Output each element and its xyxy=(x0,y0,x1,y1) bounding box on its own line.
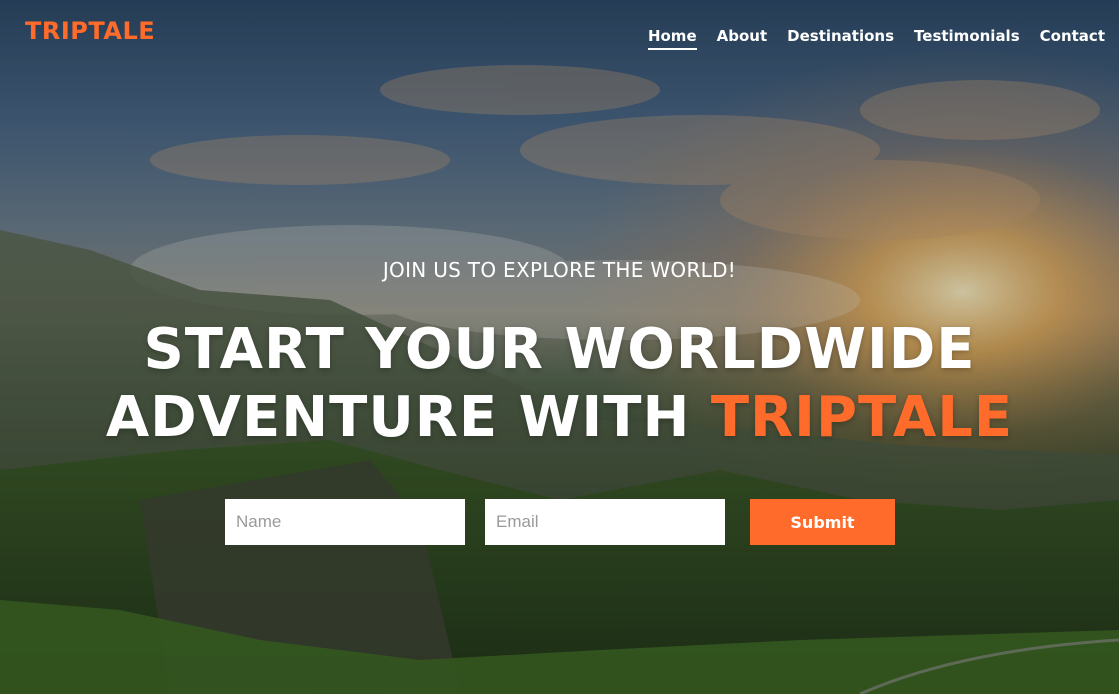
hero-headline: START YOUR WORLDWIDE ADVENTURE WITH TRIP… xyxy=(40,316,1079,452)
signup-form: Submit xyxy=(225,499,895,545)
main-nav: Home About Destinations Testimonials Con… xyxy=(647,27,1105,50)
brand-logo[interactable]: TRIPTALE xyxy=(25,17,155,45)
name-input[interactable] xyxy=(225,499,465,545)
nav-item-testimonials[interactable]: Testimonials xyxy=(914,27,1020,50)
headline-line-1: START YOUR WORLDWIDE xyxy=(143,317,976,382)
headline-brand-accent: TRIPTALE xyxy=(710,385,1014,450)
nav-item-contact[interactable]: Contact xyxy=(1040,27,1105,50)
nav-item-destinations[interactable]: Destinations xyxy=(787,27,894,50)
hero-tagline: JOIN US TO EXPLORE THE WORLD! xyxy=(382,258,737,282)
email-input[interactable] xyxy=(485,499,725,545)
headline-prefix: ADVENTURE WITH xyxy=(105,385,691,450)
hero-section: TRIPTALE Home About Destinations Testimo… xyxy=(0,0,1119,694)
nav-item-about[interactable]: About xyxy=(717,27,768,50)
submit-button[interactable]: Submit xyxy=(750,499,895,545)
headline-line-2: ADVENTURE WITH TRIPTALE xyxy=(40,384,1079,452)
nav-item-home[interactable]: Home xyxy=(647,27,697,50)
